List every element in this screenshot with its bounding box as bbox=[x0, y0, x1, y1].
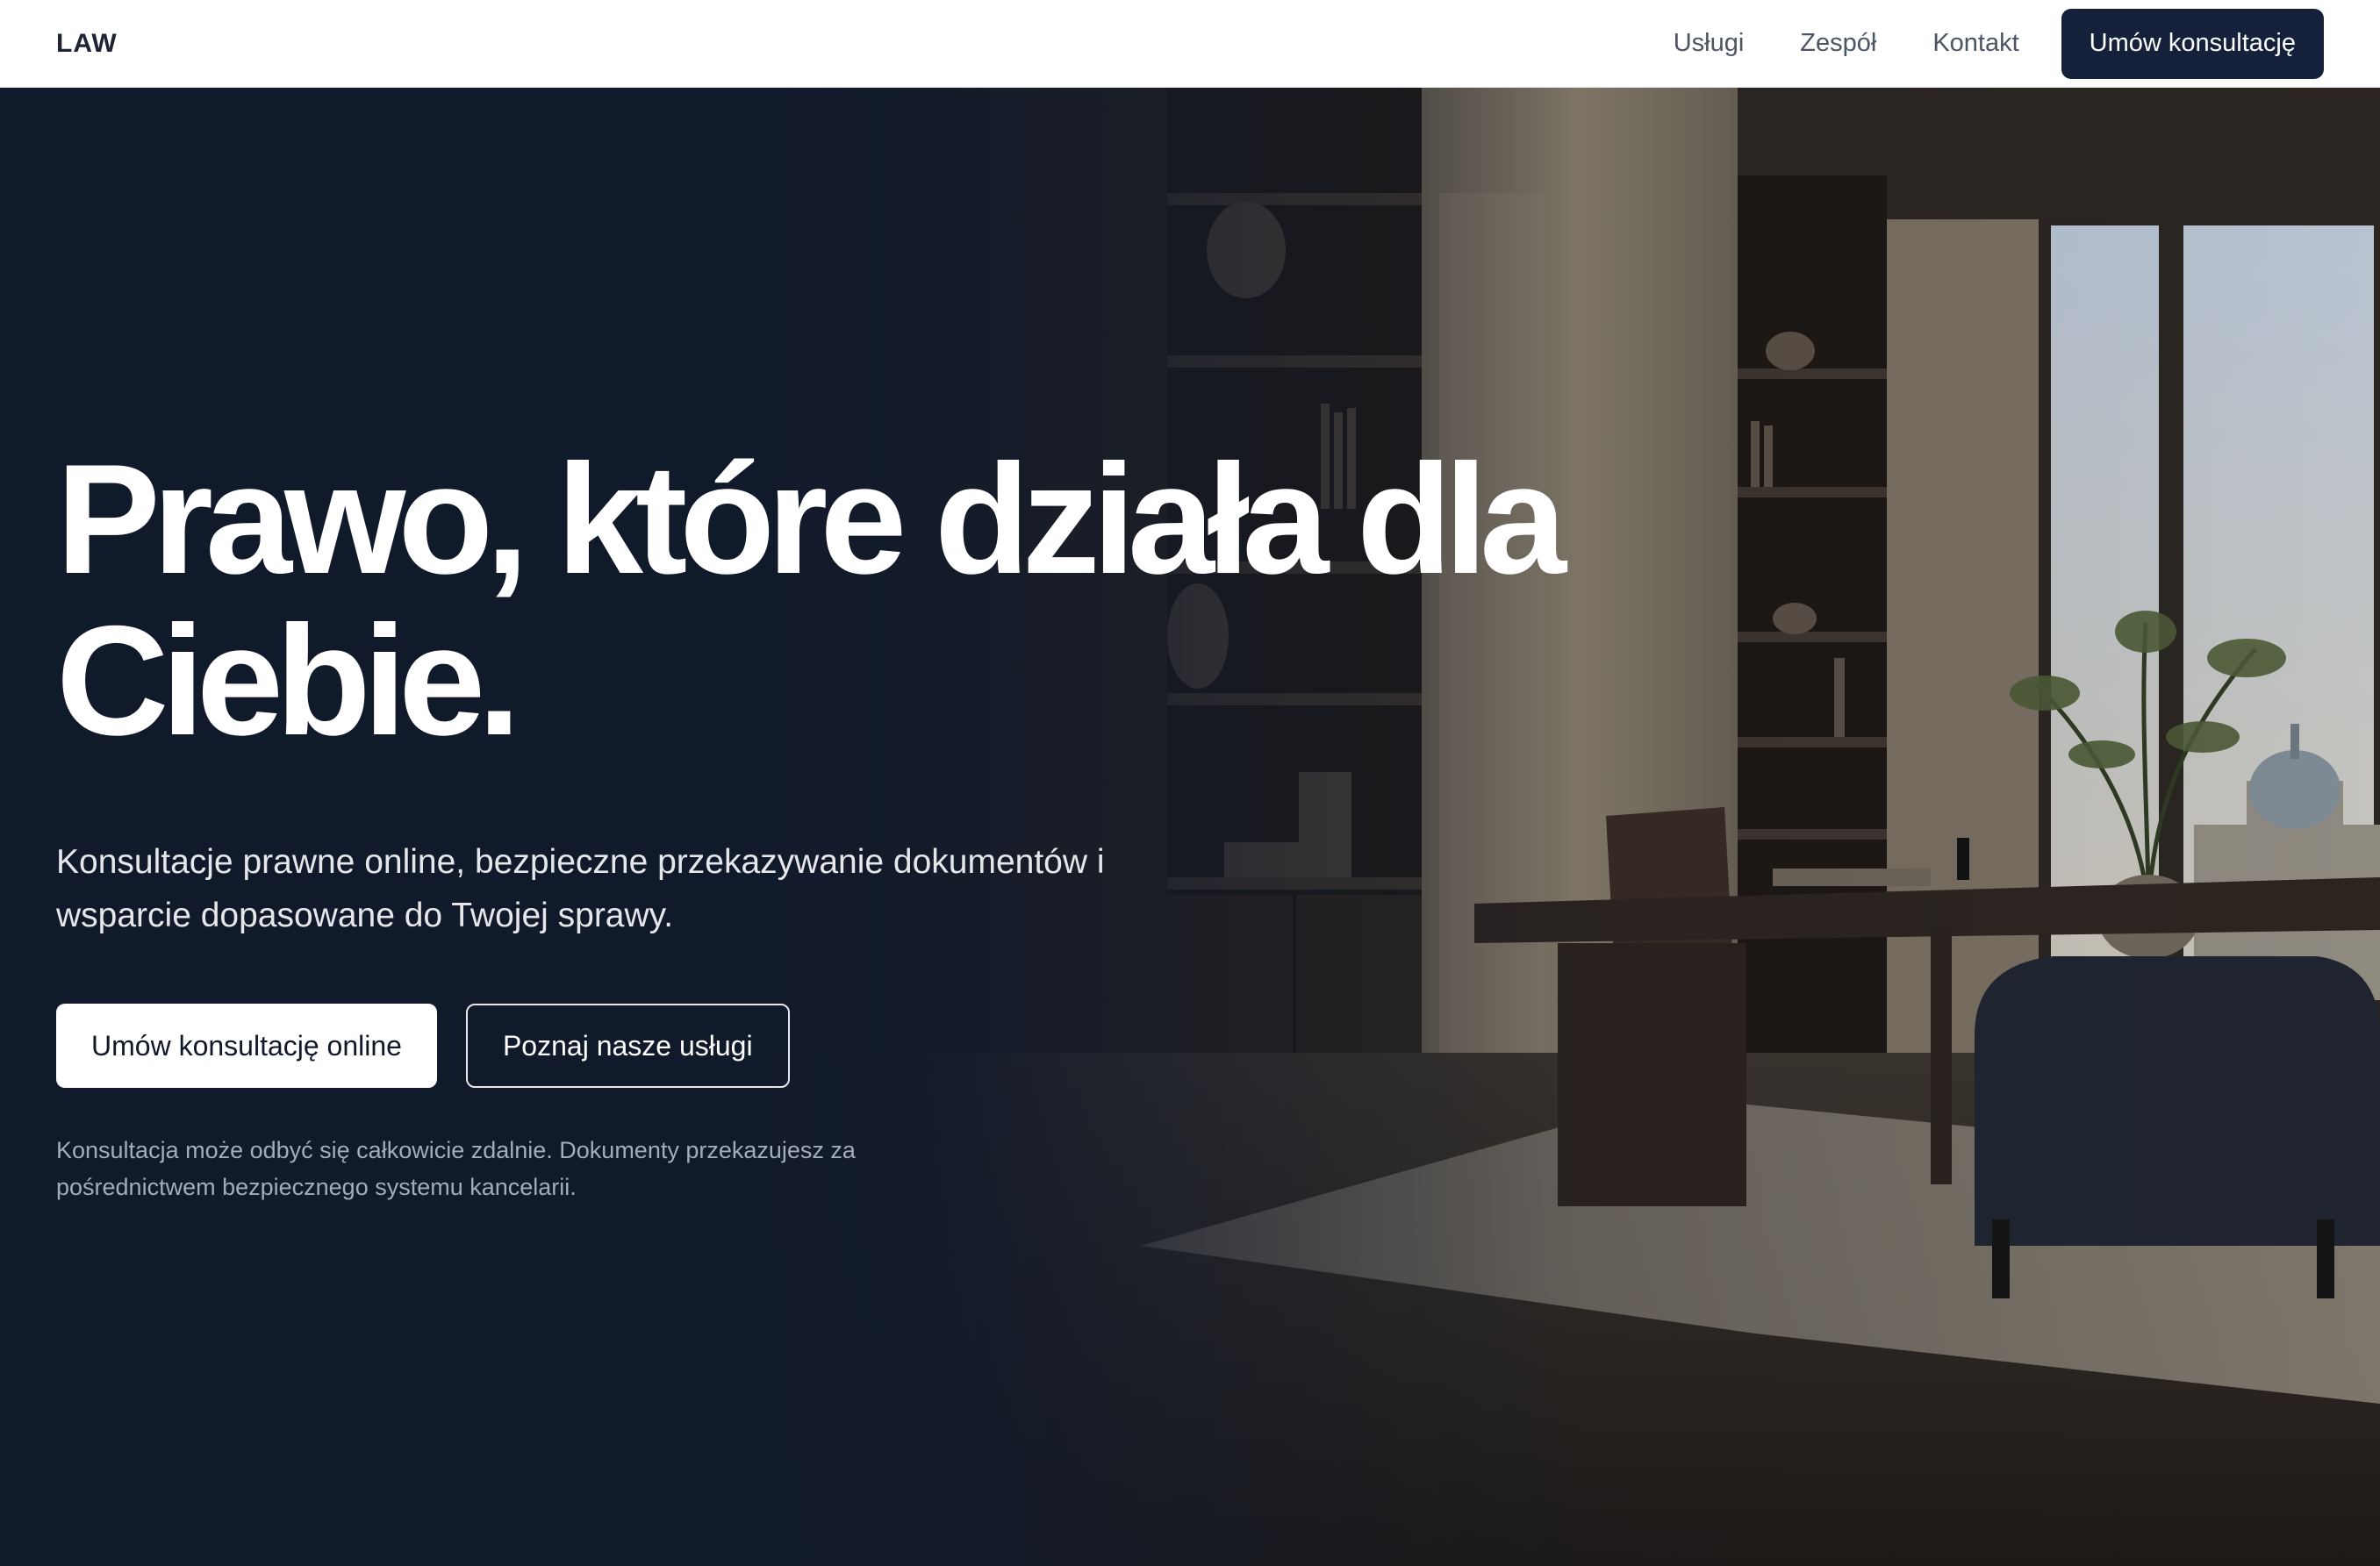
hero-section: Prawo, które działa dla Ciebie. Konsulta… bbox=[0, 88, 2380, 1566]
book-consultation-button[interactable]: Umów konsultację bbox=[2061, 8, 2324, 79]
nav-link-contact[interactable]: Kontakt bbox=[1932, 29, 2018, 58]
nav-link-team[interactable]: Zespół bbox=[1800, 29, 1876, 58]
logo[interactable]: LAW bbox=[56, 29, 118, 59]
hero-subheadline: Konsultacje prawne online, bezpieczne pr… bbox=[56, 843, 1105, 934]
nav-menu: Usługi Zespół Kontakt Umów konsultację bbox=[1674, 8, 2324, 79]
hero-headline: Prawo, które działa dla Ciebie. bbox=[56, 432, 1566, 768]
hero-buttons: Umów konsultację online Poznaj nasze usł… bbox=[56, 1004, 1636, 1088]
explore-services-button[interactable]: Poznaj nasze usługi bbox=[465, 1004, 790, 1088]
top-navigation: LAW Usługi Zespół Kontakt Umów konsultac… bbox=[0, 0, 2380, 88]
hero-content: Prawo, które działa dla Ciebie. Konsulta… bbox=[56, 439, 1636, 1205]
nav-link-services[interactable]: Usługi bbox=[1674, 29, 1745, 58]
hero-note: Konsultacja może odbyć się całkowicie zd… bbox=[56, 1137, 856, 1200]
book-online-consultation-button[interactable]: Umów konsultację online bbox=[56, 1004, 437, 1088]
